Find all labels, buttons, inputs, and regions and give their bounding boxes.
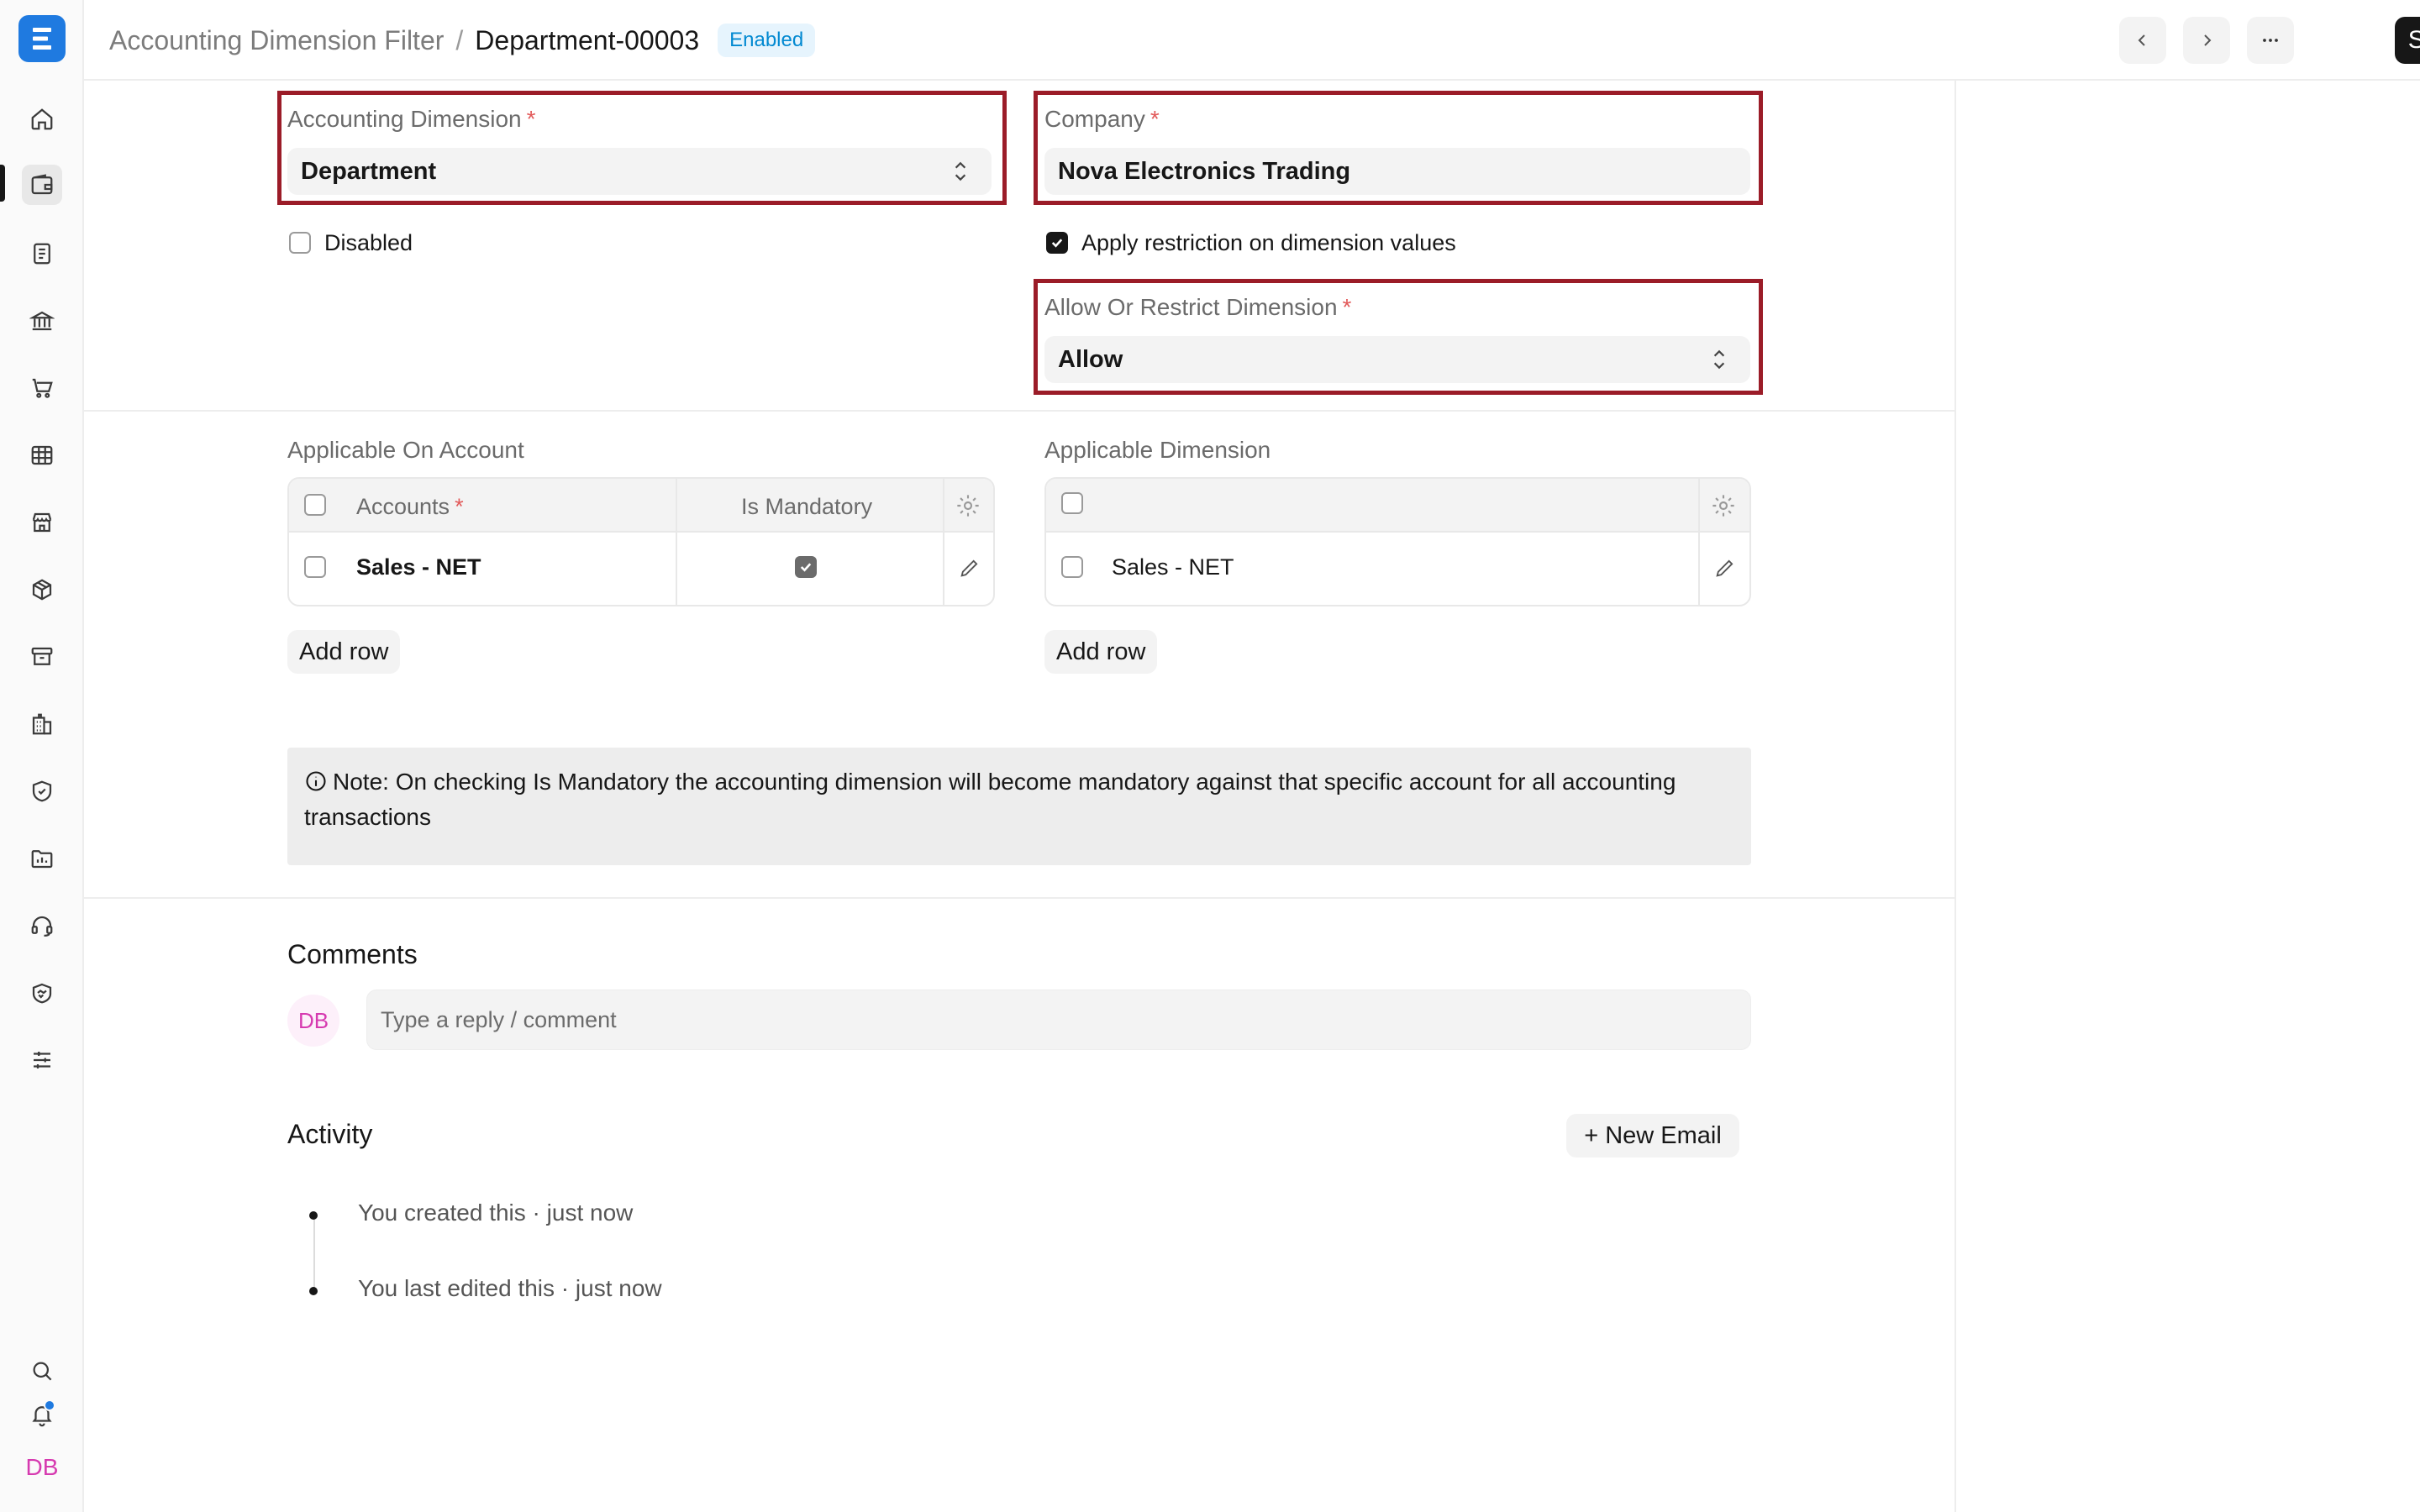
checkmark-icon	[1051, 239, 1063, 248]
bell-icon[interactable]	[22, 1394, 62, 1435]
dimension-value-cell[interactable]: Sales - NET	[1112, 554, 1234, 580]
apply-restriction-checkbox[interactable]	[1046, 232, 1068, 254]
accounting-dimension-label: Accounting Dimension *	[287, 106, 536, 132]
applicable-on-account-label: Applicable On Account	[287, 437, 524, 463]
row-select-checkbox[interactable]	[304, 556, 326, 578]
applicable-dimension-table: Sales - NET	[1044, 477, 1751, 606]
activity-title: Activity	[287, 1119, 373, 1149]
select-all-checkbox[interactable]	[1061, 492, 1083, 514]
status-badge: Enabled	[718, 24, 816, 57]
column-divider	[676, 479, 677, 605]
add-row-button-accounts[interactable]: Add row	[287, 630, 401, 674]
previous-button[interactable]	[2119, 17, 2166, 64]
bank-icon[interactable]	[22, 301, 62, 341]
comment-avatar: DB	[287, 995, 339, 1047]
company-label: Company *	[1044, 106, 1160, 132]
invoice-icon[interactable]	[22, 234, 62, 274]
settings-gear-icon[interactable]	[1710, 492, 1737, 519]
company-field[interactable]: Nova Electronics Trading	[1044, 148, 1750, 195]
select-arrows-icon	[1713, 349, 1725, 370]
section-divider	[84, 897, 1954, 899]
search-icon[interactable]	[22, 1351, 62, 1391]
edit-pencil-icon[interactable]	[1713, 556, 1737, 580]
chart-folder-icon[interactable]	[22, 838, 62, 879]
sidebar-divider	[1954, 81, 1956, 1512]
handshake-icon[interactable]	[22, 973, 62, 1013]
comment-input[interactable]: Type a reply / comment	[366, 990, 1751, 1050]
disabled-checkbox[interactable]	[289, 232, 311, 254]
sidebar: DB	[0, 0, 84, 1512]
section-divider	[84, 410, 1954, 412]
app-logo[interactable]	[18, 15, 66, 62]
building-icon[interactable]	[22, 704, 62, 744]
applicable-on-account-table: Accounts * Is Mandatory Sales - NET	[287, 477, 995, 606]
timeline-dot	[309, 1287, 318, 1295]
allow-restrict-label: Allow Or Restrict Dimension *	[1044, 294, 1352, 320]
sliders-icon[interactable]	[22, 1040, 62, 1080]
activity-item: You last edited this · just now	[358, 1275, 662, 1301]
headset-icon[interactable]	[22, 906, 62, 946]
chevron-left-icon	[2138, 34, 2145, 46]
breadcrumb: Accounting Dimension Filter / Department…	[109, 24, 816, 57]
accounts-column-header: Accounts *	[356, 494, 464, 519]
note-text: Note: On checking Is Mandatory the accou…	[304, 769, 1676, 830]
more-button[interactable]	[2247, 17, 2294, 64]
active-indicator	[0, 165, 5, 202]
is-mandatory-checkbox[interactable]	[795, 556, 817, 578]
row-select-checkbox[interactable]	[1061, 556, 1083, 578]
settings-gear-icon[interactable]	[955, 492, 981, 519]
accounting-dimension-value: Department	[301, 157, 437, 185]
more-dots-icon	[2263, 39, 2278, 42]
page-header: Accounting Dimension Filter / Department…	[84, 0, 2420, 81]
comments-title: Comments	[287, 939, 418, 969]
info-icon	[306, 771, 326, 791]
activity-item: You created this · just now	[358, 1200, 634, 1226]
select-all-checkbox[interactable]	[304, 494, 326, 516]
breadcrumb-separator: /	[455, 24, 464, 55]
new-email-button[interactable]: + New Email	[1566, 1114, 1739, 1158]
package-icon[interactable]	[22, 570, 62, 610]
column-divider	[943, 479, 944, 605]
save-button[interactable]: Save	[2395, 17, 2420, 64]
page-title: Department-00003	[475, 24, 700, 55]
select-arrows-icon	[955, 161, 966, 181]
edit-pencil-icon[interactable]	[958, 556, 981, 580]
wallet-icon[interactable]	[22, 165, 62, 205]
archive-icon[interactable]	[22, 637, 62, 677]
company-value: Nova Electronics Trading	[1058, 157, 1351, 185]
notification-dot	[44, 1399, 55, 1411]
breadcrumb-parent[interactable]: Accounting Dimension Filter	[109, 25, 444, 56]
mandatory-note: Note: On checking Is Mandatory the accou…	[287, 748, 1751, 865]
home-icon[interactable]	[22, 99, 62, 139]
checkmark-icon	[800, 563, 812, 572]
applicable-dimension-label: Applicable Dimension	[1044, 437, 1271, 463]
store-icon[interactable]	[22, 502, 62, 543]
note-text-wrapper: Note: On checking Is Mandatory the accou…	[304, 764, 1733, 835]
apply-restriction-label: Apply restriction on dimension values	[1081, 230, 1456, 255]
timeline-dot	[309, 1211, 318, 1220]
cart-icon[interactable]	[22, 368, 62, 408]
shield-icon[interactable]	[22, 771, 62, 811]
table-icon[interactable]	[22, 435, 62, 475]
allow-restrict-value: Allow	[1058, 345, 1123, 373]
chevron-right-icon	[2204, 34, 2212, 46]
add-row-button-dimension[interactable]: Add row	[1044, 630, 1158, 674]
timeline-line	[313, 1218, 315, 1290]
accounting-dimension-select[interactable]: Department	[287, 148, 992, 195]
allow-restrict-select[interactable]: Allow	[1044, 336, 1750, 383]
is-mandatory-column-header: Is Mandatory	[741, 494, 873, 519]
disabled-label: Disabled	[324, 230, 413, 255]
table-header	[1046, 479, 1749, 533]
next-button[interactable]	[2183, 17, 2230, 64]
column-divider	[1698, 479, 1700, 605]
account-cell[interactable]: Sales - NET	[356, 554, 481, 580]
user-avatar[interactable]: DB	[22, 1450, 62, 1485]
